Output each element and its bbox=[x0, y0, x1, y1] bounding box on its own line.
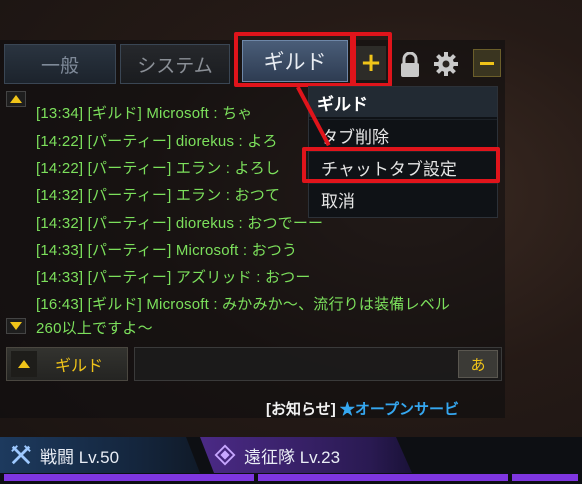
expedition-xp-bar bbox=[258, 474, 508, 481]
chat-input[interactable] bbox=[134, 347, 502, 381]
battle-xp-bar bbox=[4, 474, 254, 481]
chat-line: [14:32] [パーティー] diorekus : おつでーー bbox=[36, 215, 324, 232]
chat-line: [14:33] [パーティー] アズリッド : おつー bbox=[36, 269, 311, 286]
chevron-up-icon bbox=[11, 351, 37, 377]
expedition-level-label: 遠征隊 Lv.23 bbox=[244, 447, 341, 467]
chat-line: [16:43] [ギルド] Microsoft : みかみか〜、流行りは装備レベ… bbox=[36, 296, 451, 313]
lock-icon[interactable] bbox=[398, 51, 422, 78]
chat-channel-label: ギルド bbox=[55, 358, 104, 375]
minimize-button[interactable] bbox=[473, 49, 501, 77]
ime-toggle-button[interactable]: あ bbox=[458, 350, 498, 378]
chat-line: [13:34] [ギルド] Microsoft : ちゃ bbox=[36, 105, 253, 122]
chat-line: [14:32] [パーティー] エラン : おつて bbox=[36, 187, 281, 204]
tab-system[interactable]: システム bbox=[120, 44, 230, 84]
extra-xp-bar bbox=[512, 474, 578, 481]
context-menu-header: ギルド bbox=[309, 87, 497, 117]
crossed-swords-icon bbox=[11, 445, 31, 465]
battle-level-label: 戦闘 Lv.50 bbox=[40, 447, 120, 467]
menu-item-cancel[interactable]: 取消 bbox=[309, 183, 497, 215]
add-tab-highlight bbox=[350, 32, 392, 87]
notice-tag: [お知らせ] bbox=[266, 401, 336, 418]
chat-tab-settings-highlight bbox=[302, 147, 500, 183]
expedition-level-badge: 遠征隊 Lv.23 bbox=[200, 437, 412, 473]
scroll-down-button[interactable] bbox=[6, 318, 26, 334]
minus-icon bbox=[480, 61, 494, 65]
scroll-up-button[interactable] bbox=[6, 91, 26, 107]
chat-line: 260以上ですよ〜 bbox=[36, 320, 153, 337]
notice-message: ★オープンサービ bbox=[339, 401, 459, 418]
battle-level-badge: 戦闘 Lv.50 bbox=[0, 437, 200, 473]
chat-line: [14:22] [パーティー] diorekus : よろ bbox=[36, 133, 278, 150]
chat-channel-selector[interactable]: ギルド bbox=[6, 347, 128, 381]
tab-general[interactable]: 一般 bbox=[4, 44, 116, 84]
chevron-up-icon bbox=[10, 95, 22, 103]
chat-line: [14:33] [パーティー] Microsoft : おつう bbox=[36, 242, 298, 259]
guild-tab-highlight bbox=[234, 32, 356, 87]
system-notice: [お知らせ] ★オープンサービ bbox=[266, 398, 459, 419]
chat-line: [14:22] [パーティー] エラン : よろし bbox=[36, 160, 281, 177]
chevron-down-icon bbox=[10, 322, 22, 330]
gear-icon[interactable] bbox=[433, 51, 459, 77]
expedition-emblem-icon bbox=[214, 444, 236, 466]
